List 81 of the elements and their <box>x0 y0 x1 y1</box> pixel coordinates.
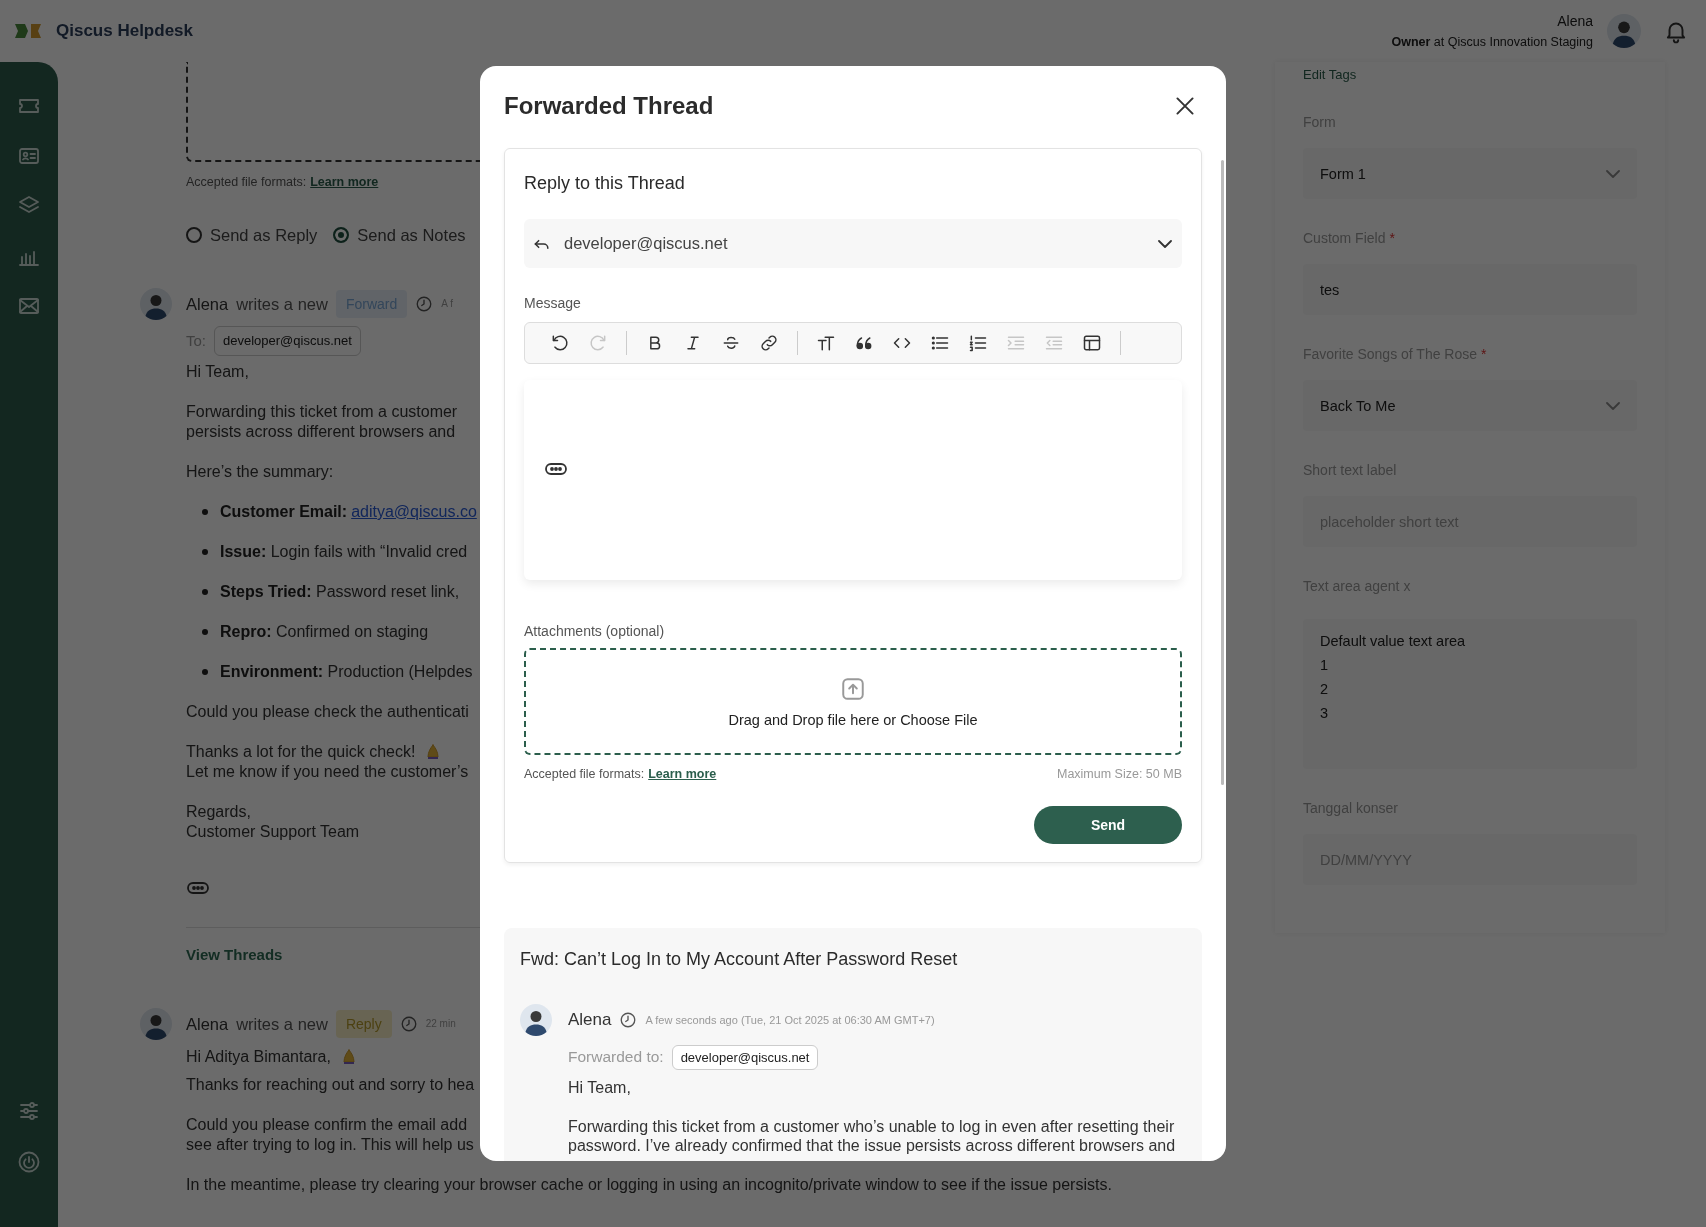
subject: Fwd: Can’t Log In to My Account After Password Reset <box>520 948 959 970</box>
edit-tags-link[interactable]: Edit Tags <box>1303 67 1637 83</box>
send-button[interactable]: Send <box>1034 806 1182 844</box>
modal-title: Forwarded Thread <box>504 92 714 120</box>
list-item-text: Issue: Login fails with “Invalid cred <box>220 542 468 562</box>
logo-icon <box>14 21 42 41</box>
message-text: Forwarding this ticket from a customer persists across different browsers and <box>186 402 458 442</box>
numbered-list-icon[interactable] <box>968 333 988 353</box>
power-icon[interactable] <box>17 1150 41 1174</box>
email-link[interactable]: aditya@qiscus.co <box>351 502 477 522</box>
list-item-text: Steps Tried: Password reset link, <box>220 582 460 602</box>
recipient-email: developer@qiscus.net <box>564 234 728 253</box>
drop-zone-text: Drag and Drop file here or Choose File <box>728 712 978 728</box>
chevron-down-icon <box>1606 401 1620 410</box>
action-text: writes a new <box>236 1014 328 1034</box>
avatar-icon <box>520 1004 552 1036</box>
required-mark: * <box>1389 229 1395 247</box>
learn-more-link[interactable]: Learn more <box>648 766 717 782</box>
link-icon[interactable] <box>759 333 779 353</box>
radio-button[interactable] <box>333 227 350 243</box>
forwarded-to-label: Forwarded to: <box>568 1048 664 1066</box>
formats-note: Accepted file formats: <box>524 766 645 782</box>
timestamp: A few seconds ago (Tue, 21 Oct 2025 at 06:30 AM GMT+7) <box>645 1014 935 1026</box>
max-size-note: Maximum Size: 50 MB <box>1056 767 1182 781</box>
message-text: Hi Aditya Bimantara, <box>186 1047 331 1067</box>
message-text: Thanks for reaching out and sorry to hea <box>186 1075 475 1095</box>
chevron-down-icon <box>1606 169 1620 178</box>
bullet-point-icon <box>202 669 208 675</box>
upload-icon <box>840 676 866 702</box>
avatar-icon <box>140 1008 172 1040</box>
clock-icon <box>399 1015 418 1033</box>
learn-more-link[interactable]: Learn more <box>310 174 379 190</box>
list-item-text: Environment: Production (Helpdes <box>220 662 473 682</box>
bullet-point-icon <box>202 549 208 555</box>
bullet-list-icon[interactable] <box>930 333 950 353</box>
bullet-point-icon <box>202 509 208 515</box>
formats-note: Accepted file formats: <box>186 174 307 190</box>
chevron-down-icon <box>1158 239 1172 248</box>
action-text: writes a new <box>236 294 328 314</box>
clock-icon <box>619 1011 638 1029</box>
message-text: Thanks a lot for the quick check! <box>186 742 416 762</box>
sliders-icon[interactable] <box>17 1099 41 1123</box>
radio-label[interactable]: Send as Notes <box>357 225 466 245</box>
author-name: Alena <box>186 294 229 314</box>
message-text: Let me know if you need the customer’s <box>186 762 469 782</box>
message-text: Hi Team, <box>568 1078 632 1097</box>
recipient-chip: developer@qiscus.net <box>214 326 361 356</box>
author-name: Alena <box>186 1014 229 1034</box>
text-size-icon[interactable] <box>816 333 836 353</box>
message-text: Here’s the summary: <box>186 462 334 482</box>
required-mark: * <box>1481 345 1487 363</box>
file-drop-zone[interactable]: Drag and Drop file here or Choose File <box>524 648 1182 755</box>
user-name: Alena <box>1556 13 1593 29</box>
message-label: Message <box>524 294 582 312</box>
scrollbar[interactable] <box>1221 160 1224 785</box>
list-item-text: Customer Email: <box>220 502 348 522</box>
message-text: In the meantime, please try clearing your browser cache or logging in using an incognito/private window to see if the issue persists. <box>186 1175 1112 1195</box>
radio-button[interactable] <box>186 227 202 243</box>
author-name: Alena <box>568 1010 612 1030</box>
recipient-chip: developer@qiscus.net <box>671 1044 819 1070</box>
message-text: Could you please check the authenticati <box>186 702 469 722</box>
table-icon[interactable] <box>1082 333 1102 353</box>
message-text: Regards, <box>186 802 251 822</box>
app-name: Qiscus Helpdesk <box>56 21 193 41</box>
recipient-dropdown[interactable]: developer@qiscus.net <box>524 219 1182 268</box>
clock-icon <box>415 295 434 313</box>
message-text: Customer Support Team <box>186 822 360 842</box>
message-text: Could you please confirm the email add see after trying to log in. This will help us <box>186 1115 474 1155</box>
undo-icon[interactable] <box>550 333 570 353</box>
bullet-point-icon <box>202 629 208 635</box>
list-item-text: Repro: Confirmed on staging <box>220 622 429 642</box>
message-text: Hi Team, <box>186 362 249 382</box>
bullet-point-icon <box>202 589 208 595</box>
user-role: Owner at Qiscus Innovation Staging <box>1391 35 1593 49</box>
avatar-icon[interactable] <box>1607 14 1641 48</box>
message-text: Forwarding this ticket from a customer who’s unable to log in even after resetting their password. I’ve already confirmed that the issue persists across different browsers and <box>568 1117 1177 1155</box>
card-title: Reply to this Thread <box>524 172 686 194</box>
attachments-label: Attachments (optional) <box>524 622 666 640</box>
type-tag: Reply <box>335 1010 392 1038</box>
radio-label[interactable]: Send as Reply <box>210 225 318 245</box>
avatar-icon <box>140 288 172 320</box>
